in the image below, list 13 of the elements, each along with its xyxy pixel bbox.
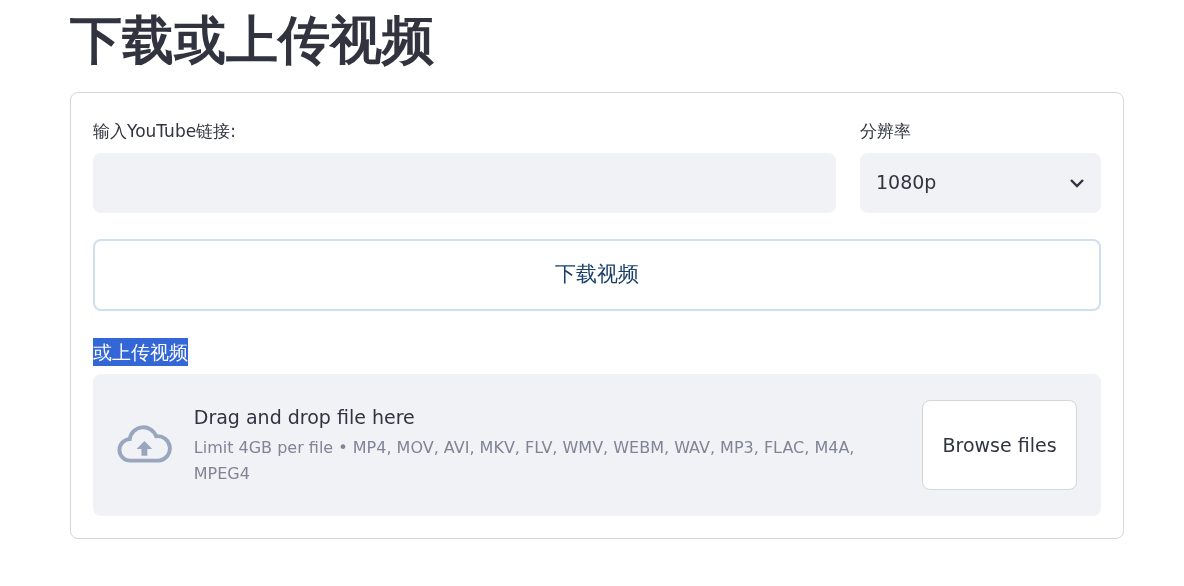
chevron-down-icon [1069,177,1085,188]
dropzone-heading: Drag and drop file here [193,404,416,430]
dropdown-value: 1080p [876,170,937,196]
field-label: 分辨率 [860,120,911,143]
cloud-upload-icon [117,425,172,465]
page-title: 下载或上传视频 [70,9,435,72]
section-label: 或上传视频 [93,337,188,366]
dropzone-hint: Limit 4GB per file • MP4, MOV, AVI, MKV, FLV, WMV, WEBM, WAV, MP3, FLAC, M4A, MPEG4 [193,437,856,486]
field-label: 输入YouTube链接: [93,120,236,143]
download-button[interactable]: 下载视频 [93,238,1101,311]
file-dropzone[interactable]: Drag and drop file here Limit 4GB per file • MP4, MOV, AVI, MKV, FLV, WMV, WEBM, WAV, MP3, FLAC, M4A, MPEG4 Browse files [93,374,1101,516]
browse-files-button[interactable]: Browse files [922,400,1077,490]
resolution-dropdown[interactable]: 1080p [860,152,1101,213]
